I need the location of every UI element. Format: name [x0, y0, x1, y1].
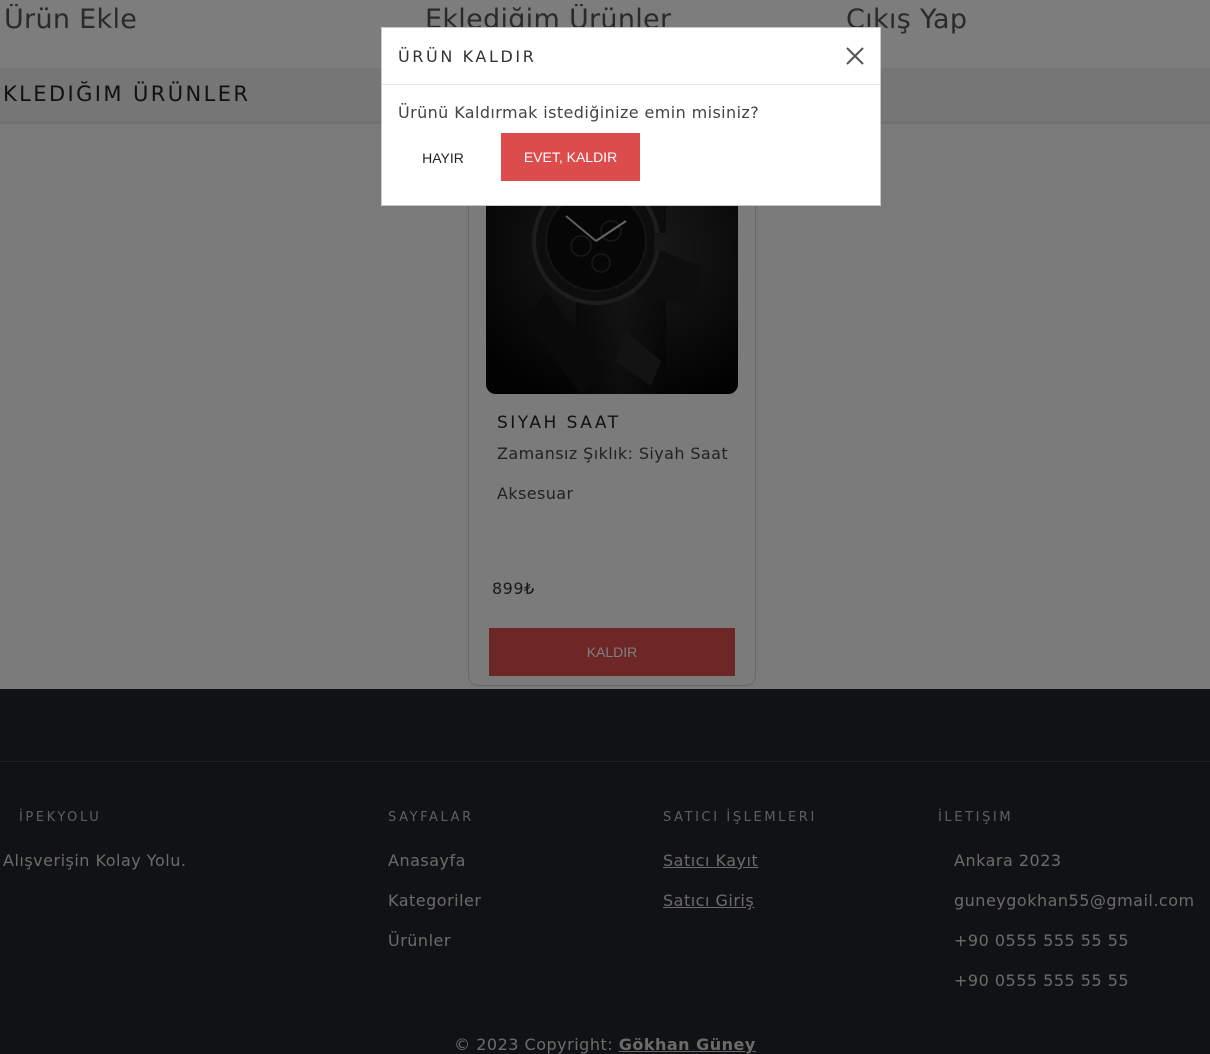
modal-message: Ürünü Kaldırmak istediğinize emin misini… — [398, 103, 760, 122]
close-icon[interactable] — [843, 44, 867, 68]
confirm-remove-button[interactable]: EVET, KALDIR — [501, 133, 640, 181]
cancel-button[interactable]: HAYIR — [398, 134, 488, 182]
modal-header: ÜRÜN KALDIR — [382, 28, 880, 85]
remove-product-modal: ÜRÜN KALDIR Ürünü Kaldırmak istediğinize… — [381, 27, 881, 206]
modal-title: ÜRÜN KALDIR — [398, 47, 537, 66]
